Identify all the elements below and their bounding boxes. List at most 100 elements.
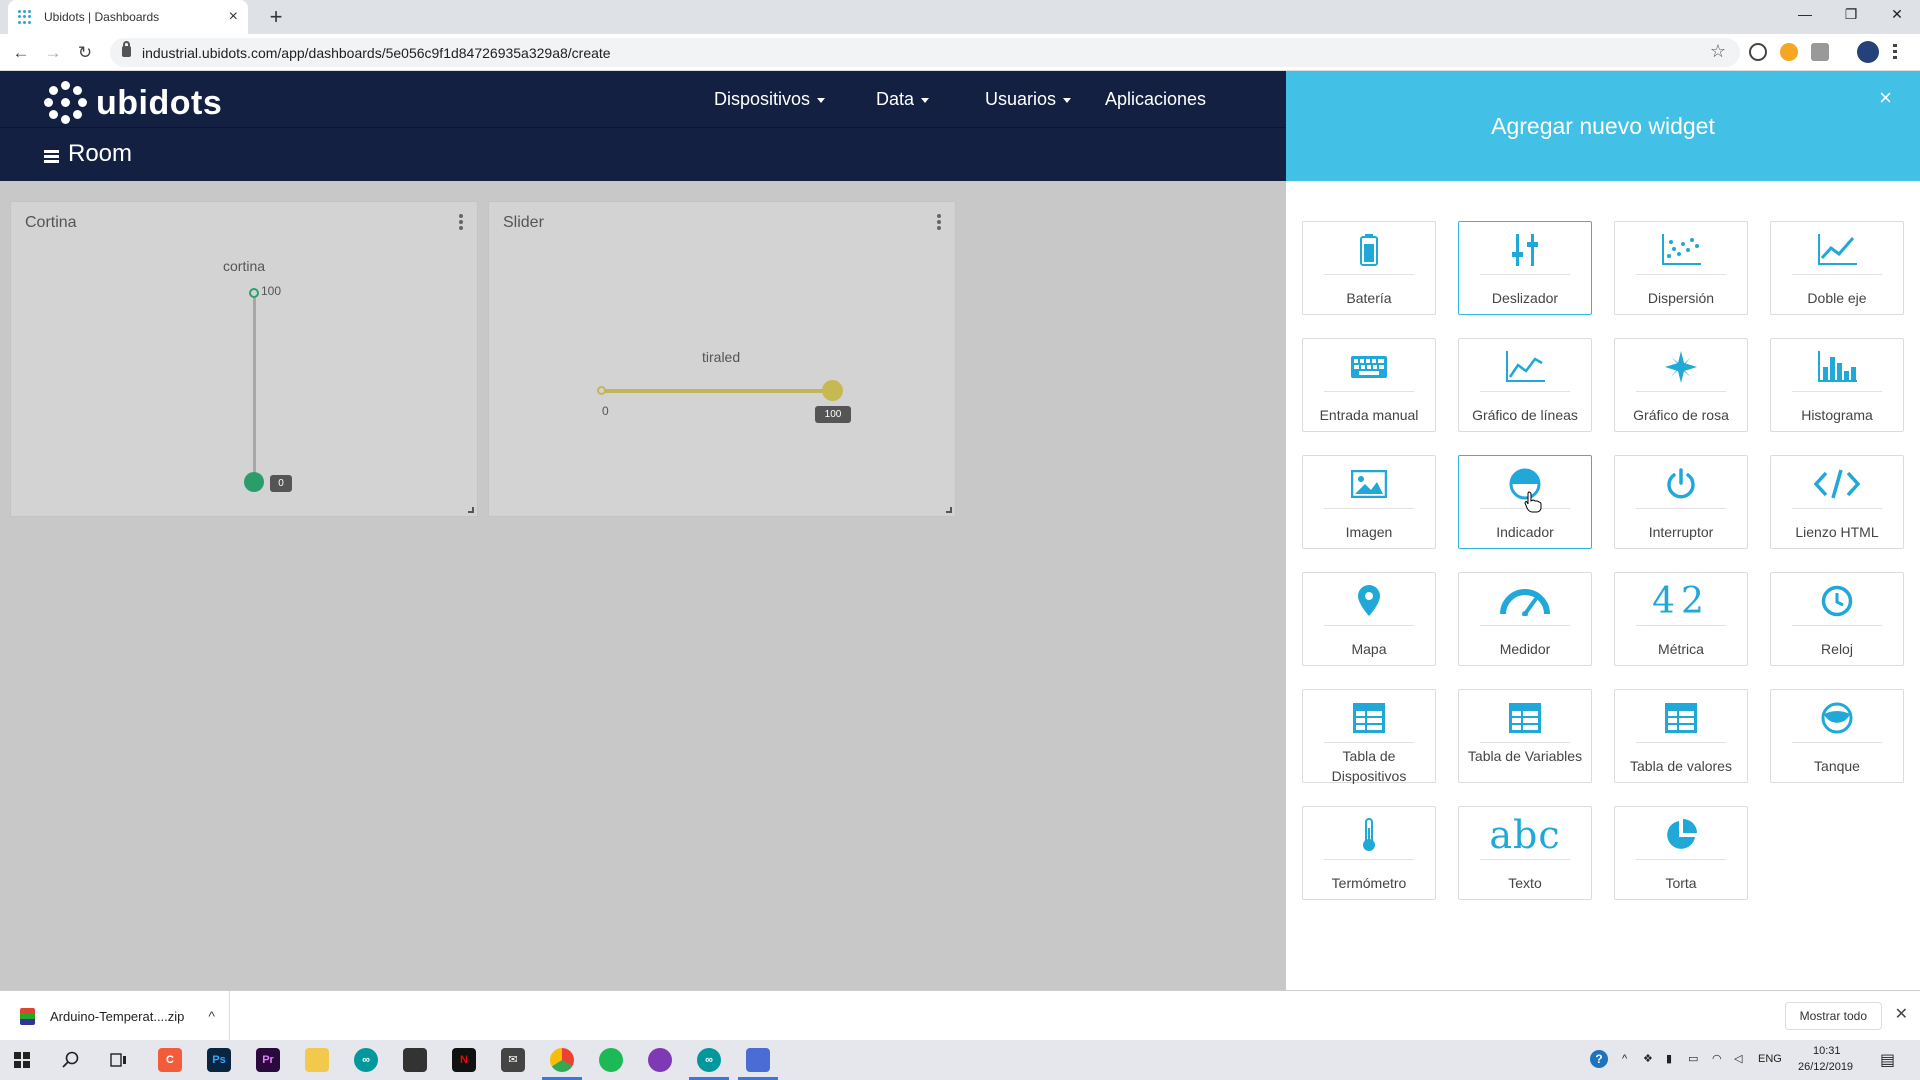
widget-kebab-menu-icon[interactable]	[937, 214, 941, 230]
new-tab-plus-icon[interactable]: +	[262, 4, 290, 32]
nav-aplicaciones[interactable]: Aplicaciones	[1105, 89, 1206, 110]
widget-option-label: Deslizador	[1491, 290, 1559, 306]
widget-option-entrada-manual[interactable]: Entrada manual	[1302, 338, 1436, 432]
chrome-icon[interactable]	[550, 1048, 574, 1072]
store-icon[interactable]	[403, 1048, 427, 1072]
widget-option-bateria[interactable]: Batería	[1302, 221, 1436, 315]
window-close-icon[interactable]: ✕	[1874, 0, 1920, 30]
clock-date[interactable]: 26/12/2019	[1798, 1061, 1853, 1073]
profile-avatar[interactable]	[1857, 41, 1879, 63]
widget-option-texto[interactable]: abc Texto	[1458, 806, 1592, 900]
premiere-icon[interactable]: Pr	[256, 1048, 280, 1072]
widget-option-label: Batería	[1346, 290, 1392, 306]
ubidots-logo[interactable]: ubidots	[44, 81, 222, 125]
microphone-icon[interactable]: ▮	[1666, 1052, 1672, 1065]
vertical-slider-track[interactable]	[253, 292, 256, 482]
nav-dispositivos[interactable]: Dispositivos	[714, 89, 826, 110]
widget-option-grafico-lineas[interactable]: Gráfico de líneas	[1458, 338, 1592, 432]
search-icon[interactable]	[62, 1051, 80, 1069]
widget-option-reloj[interactable]: Reloj	[1770, 572, 1904, 666]
file-explorer-icon[interactable]	[305, 1048, 329, 1072]
nav-label: Aplicaciones	[1105, 89, 1207, 109]
taskbar-app-icon[interactable]	[746, 1048, 770, 1072]
widget-option-tabla-dispositivos[interactable]: Tabla de Dispositivos	[1302, 689, 1436, 784]
widget-option-deslizador[interactable]: Deslizador	[1458, 221, 1592, 315]
taskbar-app-icon[interactable]: C	[158, 1048, 182, 1072]
table-icon	[1303, 698, 1435, 738]
widget-option-doble-eje[interactable]: Doble eje	[1770, 221, 1904, 315]
tray-chevron-icon[interactable]: ^	[1622, 1053, 1627, 1065]
widget-option-interruptor[interactable]: Interruptor	[1614, 455, 1748, 549]
widget-option-dispersion[interactable]: Dispersión	[1614, 221, 1748, 315]
widget-title: Cortina	[25, 214, 77, 231]
widget-cortina[interactable]: Cortina cortina 100 0	[10, 201, 478, 517]
horizontal-slider-handle[interactable]	[822, 380, 843, 401]
chevron-up-icon[interactable]: ^	[208, 1008, 215, 1024]
show-all-button[interactable]: Mostrar todo	[1784, 1002, 1882, 1030]
widget-option-imagen[interactable]: Imagen	[1302, 455, 1436, 549]
widget-option-medidor[interactable]: Medidor	[1458, 572, 1592, 666]
netflix-icon[interactable]: N	[452, 1048, 476, 1072]
browser-tab[interactable]: Ubidots | Dashboards ×	[8, 0, 248, 34]
double-axis-icon	[1771, 230, 1903, 270]
window-restore-icon[interactable]: ❐	[1828, 0, 1874, 30]
widget-option-grafico-rosa[interactable]: Gráfico de rosa	[1614, 338, 1748, 432]
notifications-icon[interactable]: ▤	[1880, 1050, 1895, 1070]
battery-tray-icon[interactable]: ▭	[1688, 1052, 1698, 1065]
widget-kebab-menu-icon[interactable]	[459, 214, 463, 230]
widget-option-histograma[interactable]: Histograma	[1770, 338, 1904, 432]
cast-extension-icon[interactable]	[1811, 43, 1829, 61]
power-icon	[1615, 464, 1747, 504]
widget-option-tanque[interactable]: Tanque	[1770, 689, 1904, 783]
vertical-slider-handle[interactable]	[244, 472, 264, 492]
widget-slider[interactable]: Slider tiraled 0 100	[488, 201, 956, 517]
divider	[1324, 859, 1414, 860]
bookmark-star-icon[interactable]: ☆	[1710, 41, 1726, 62]
windows-start-icon[interactable]	[14, 1052, 30, 1068]
widget-option-tabla-variables[interactable]: Tabla de Variables	[1458, 689, 1592, 783]
clock-time[interactable]: 10:31	[1813, 1045, 1841, 1057]
arduino-icon[interactable]: ∞	[697, 1048, 721, 1072]
close-icon[interactable]: ×	[1879, 85, 1892, 111]
widget-option-lienzo-html[interactable]: Lienzo HTML	[1770, 455, 1904, 549]
reload-icon[interactable]: ↻	[72, 40, 98, 66]
widget-resize-handle[interactable]	[946, 507, 952, 513]
widget-option-metrica[interactable]: 42 Métrica	[1614, 572, 1748, 666]
hamburger-menu-icon[interactable]	[44, 150, 59, 163]
dashboard-title[interactable]: Room	[68, 140, 132, 168]
address-bar[interactable]: industrial.ubidots.com/app/dashboards/5e…	[110, 38, 1740, 67]
spotify-icon[interactable]	[599, 1048, 623, 1072]
mail-icon[interactable]: ✉	[501, 1048, 525, 1072]
widget-option-termometro[interactable]: Termómetro	[1302, 806, 1436, 900]
window-minimize-icon[interactable]: —	[1782, 0, 1828, 30]
block-extension-icon[interactable]	[1749, 43, 1767, 61]
nav-label: Data	[876, 89, 915, 109]
extension-icon[interactable]	[1780, 43, 1798, 61]
help-icon[interactable]: ?	[1590, 1050, 1608, 1068]
back-arrow-icon[interactable]: ←	[8, 40, 34, 66]
arduino-icon[interactable]: ∞	[354, 1048, 378, 1072]
divider	[1636, 859, 1726, 860]
dashboard-canvas: Cortina cortina 100 0 Slider tiraled 0 1…	[0, 181, 1286, 990]
tab-close-icon[interactable]: ×	[229, 8, 238, 26]
close-icon[interactable]: ✕	[1895, 1004, 1908, 1024]
task-view-icon[interactable]	[110, 1052, 128, 1068]
download-item[interactable]: Arduino-Temperat....zip ^	[0, 991, 230, 1041]
whatsapp-icon[interactable]	[648, 1048, 672, 1072]
widget-resize-handle[interactable]	[468, 507, 474, 513]
forward-arrow-icon[interactable]: →	[40, 40, 66, 66]
nav-data[interactable]: Data	[876, 89, 930, 110]
widget-option-tabla-valores[interactable]: Tabla de valores	[1614, 689, 1748, 783]
wifi-icon[interactable]: ◠	[1712, 1052, 1722, 1065]
widget-option-mapa[interactable]: Mapa	[1302, 572, 1436, 666]
horizontal-slider-track[interactable]	[601, 389, 831, 393]
browser-menu-icon[interactable]	[1893, 44, 1897, 60]
widget-option-torta[interactable]: Torta	[1614, 806, 1748, 900]
photoshop-icon[interactable]: Ps	[207, 1048, 231, 1072]
language-indicator[interactable]: ENG	[1758, 1053, 1782, 1065]
browser-toolbar: ← → ↻ industrial.ubidots.com/app/dashboa…	[0, 34, 1920, 71]
divider	[1792, 625, 1882, 626]
dropbox-icon[interactable]: ❖	[1643, 1052, 1653, 1065]
nav-usuarios[interactable]: Usuarios	[985, 89, 1072, 110]
volume-icon[interactable]: ◁	[1734, 1052, 1742, 1065]
